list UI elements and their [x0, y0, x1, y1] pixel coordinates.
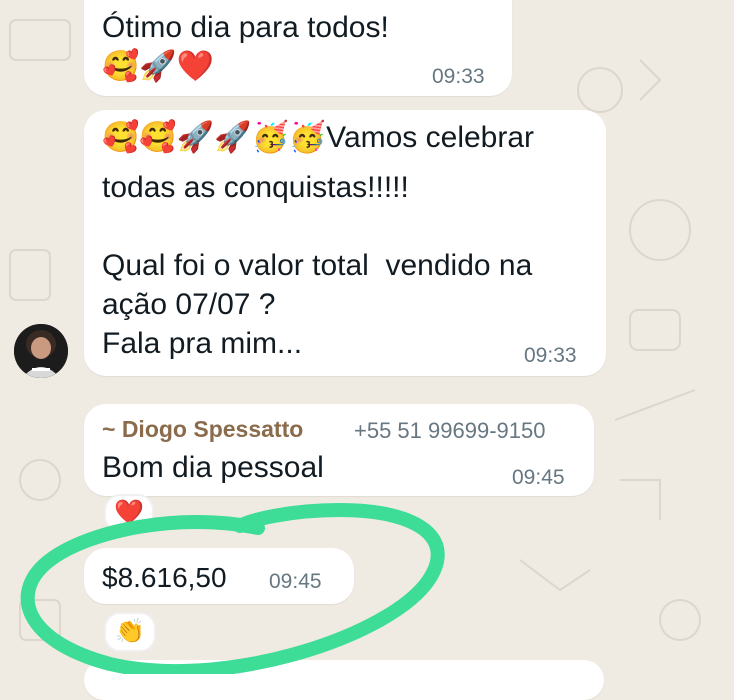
message-time: 09:33 [524, 344, 577, 367]
message-bubble[interactable] [84, 660, 604, 700]
reaction-badge[interactable]: 👏 [104, 612, 156, 652]
message-text: Bom dia pessoal [102, 451, 324, 484]
message-bubble[interactable]: ~ Diogo Spessatto +55 51 99699-9150 Bom … [84, 404, 594, 496]
emoji-row: 🥰🚀❤️ [102, 50, 214, 84]
message-time: 09:45 [269, 570, 322, 593]
message-text: Ótimo dia para todos! [102, 11, 389, 44]
message-time: 09:33 [432, 65, 485, 88]
message-text: Vamos celebrar [326, 121, 535, 154]
rocket-emoji: 🚀 [214, 121, 252, 154]
sender-phone: +55 51 99699-9150 [354, 418, 546, 443]
message-text: todas as conquistas!!!!! Qual foi o valo… [102, 171, 533, 360]
smiling-face-hearts-emoji: 🥰 [102, 50, 140, 83]
red-heart-emoji: ❤️ [114, 499, 144, 526]
smiling-face-hearts-emoji: 🥰 [139, 121, 177, 154]
message-bubble[interactable]: 🥰🥰🚀🚀🥳🥳Vamos celebrar todas as conquistas… [84, 110, 606, 376]
partying-face-emoji: 🥳 [288, 121, 327, 154]
message-bubble[interactable]: $8.616,50 09:45 [84, 548, 354, 604]
clapping-hands-emoji: 👏 [115, 618, 145, 645]
avatar[interactable] [14, 324, 68, 378]
message-text: $8.616,50 [102, 562, 227, 593]
sender-name[interactable]: ~ Diogo Spessatto [102, 416, 303, 443]
message-bubble[interactable]: Ótimo dia para todos! 🥰🚀❤️ 09:33 [84, 0, 512, 96]
red-heart-emoji: ❤️ [176, 50, 215, 83]
message-time: 09:45 [512, 466, 565, 489]
message-first-line: 🥰🥰🚀🚀🥳🥳Vamos celebrar [102, 118, 534, 157]
partying-face-emoji: 🥳 [251, 121, 289, 154]
rocket-emoji: 🚀 [139, 50, 177, 83]
reaction-badge[interactable]: ❤️ [104, 494, 154, 532]
rocket-emoji: 🚀 [176, 121, 215, 154]
profile-photo-icon [14, 324, 68, 378]
smiling-face-hearts-emoji: 🥰 [102, 121, 140, 154]
